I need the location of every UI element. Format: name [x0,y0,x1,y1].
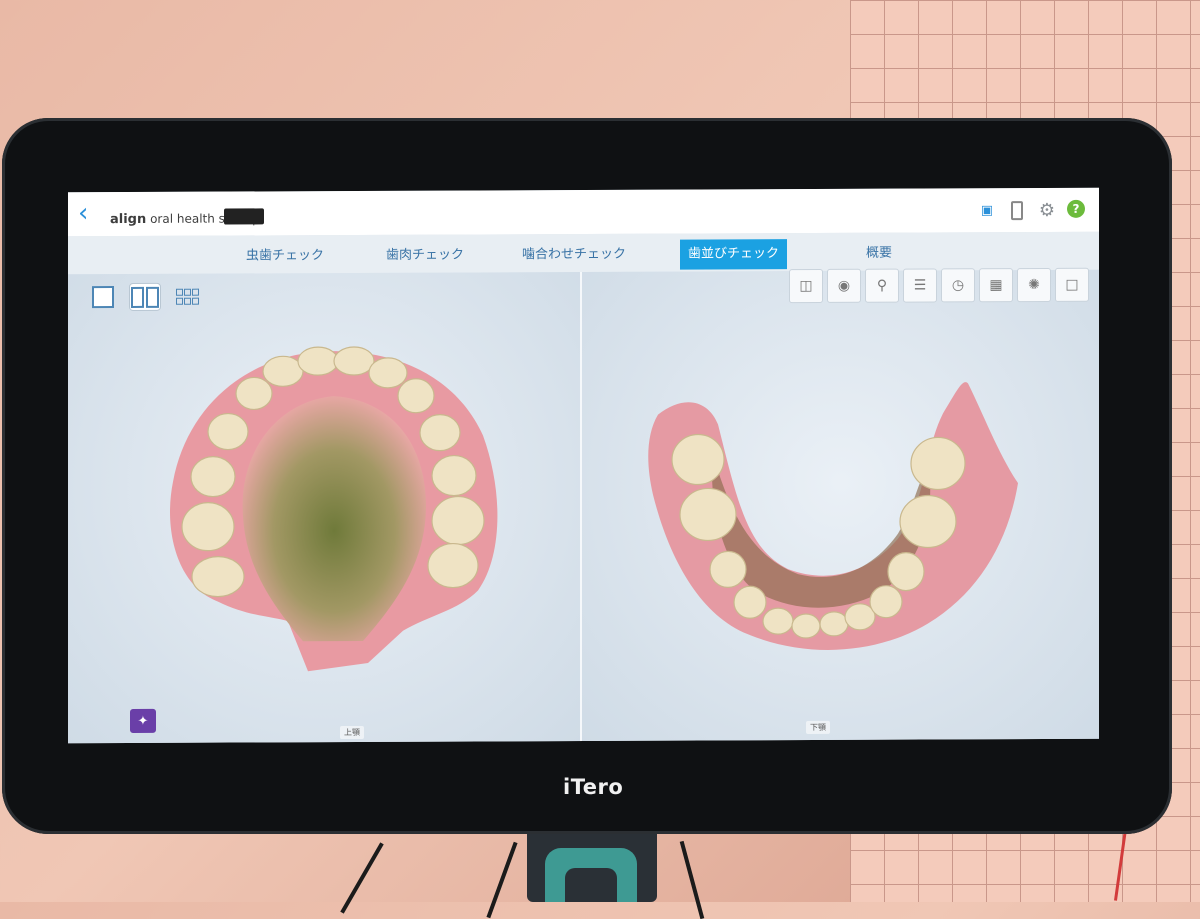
device-brand-logo: iTero [563,775,624,799]
cable [486,841,518,919]
multi-view-button[interactable] [172,284,202,310]
tool-strip: ◫ ◉ ⚲ ☰ ◷ ▦ ✺ □ [789,267,1089,304]
loading-tool-icon[interactable]: ✺ [1017,267,1051,303]
tab-gum-check[interactable]: 歯肉チェック [378,240,472,270]
back-chevron-icon[interactable]: ‹ [78,198,88,228]
clipboard-tool-icon[interactable]: □ [1055,267,1089,302]
help-icon[interactable]: ? [1067,199,1085,218]
camera-icon[interactable]: ▣ [977,200,997,220]
magnify-tool-icon[interactable]: ⚲ [865,268,899,303]
logo-brand: align [110,211,147,228]
tab-caries-check[interactable]: 虫歯チェック [238,241,332,271]
occlusion-tool-icon[interactable]: ◫ [789,268,823,304]
battery-icon [1007,200,1027,220]
tab-bite-check[interactable]: 噛合わせチェック [514,240,634,271]
single-view-button[interactable] [88,284,118,310]
lower-jaw-scan[interactable] [638,373,1028,665]
top-icon-group: ▣ ⚙ ? [977,199,1085,221]
lower-jaw-label: 下顎 [806,720,830,735]
tab-alignment-check[interactable]: 歯並びチェック [680,239,788,270]
cable [679,840,705,919]
stand-clip-inner [565,868,617,902]
upper-jaw-scan[interactable] [158,340,508,682]
redacted-patient-name [224,208,264,225]
gear-icon[interactable]: ⚙ [1037,199,1057,220]
clock-tool-icon[interactable]: ◷ [941,268,975,303]
bite-tool-icon[interactable]: ◉ [827,268,861,303]
upper-jaw-label: 上顎 [340,725,364,740]
lightbulb-icon[interactable]: ✦ [130,708,156,733]
grid-tool-icon[interactable]: ▦ [979,268,1013,303]
dual-view-button[interactable] [130,283,160,310]
app-screen: ‹ align oral health suite | ▣ ⚙ ? 虫歯チェック… [68,187,1099,744]
cable [340,842,384,914]
view-mode-group [88,283,202,310]
top-bar: ‹ align oral health suite | ▣ ⚙ ? [68,187,1099,238]
gingiva-tool-icon[interactable]: ☰ [903,268,937,303]
pane-divider[interactable] [580,272,582,743]
tab-overview[interactable]: 概要 [858,239,900,269]
